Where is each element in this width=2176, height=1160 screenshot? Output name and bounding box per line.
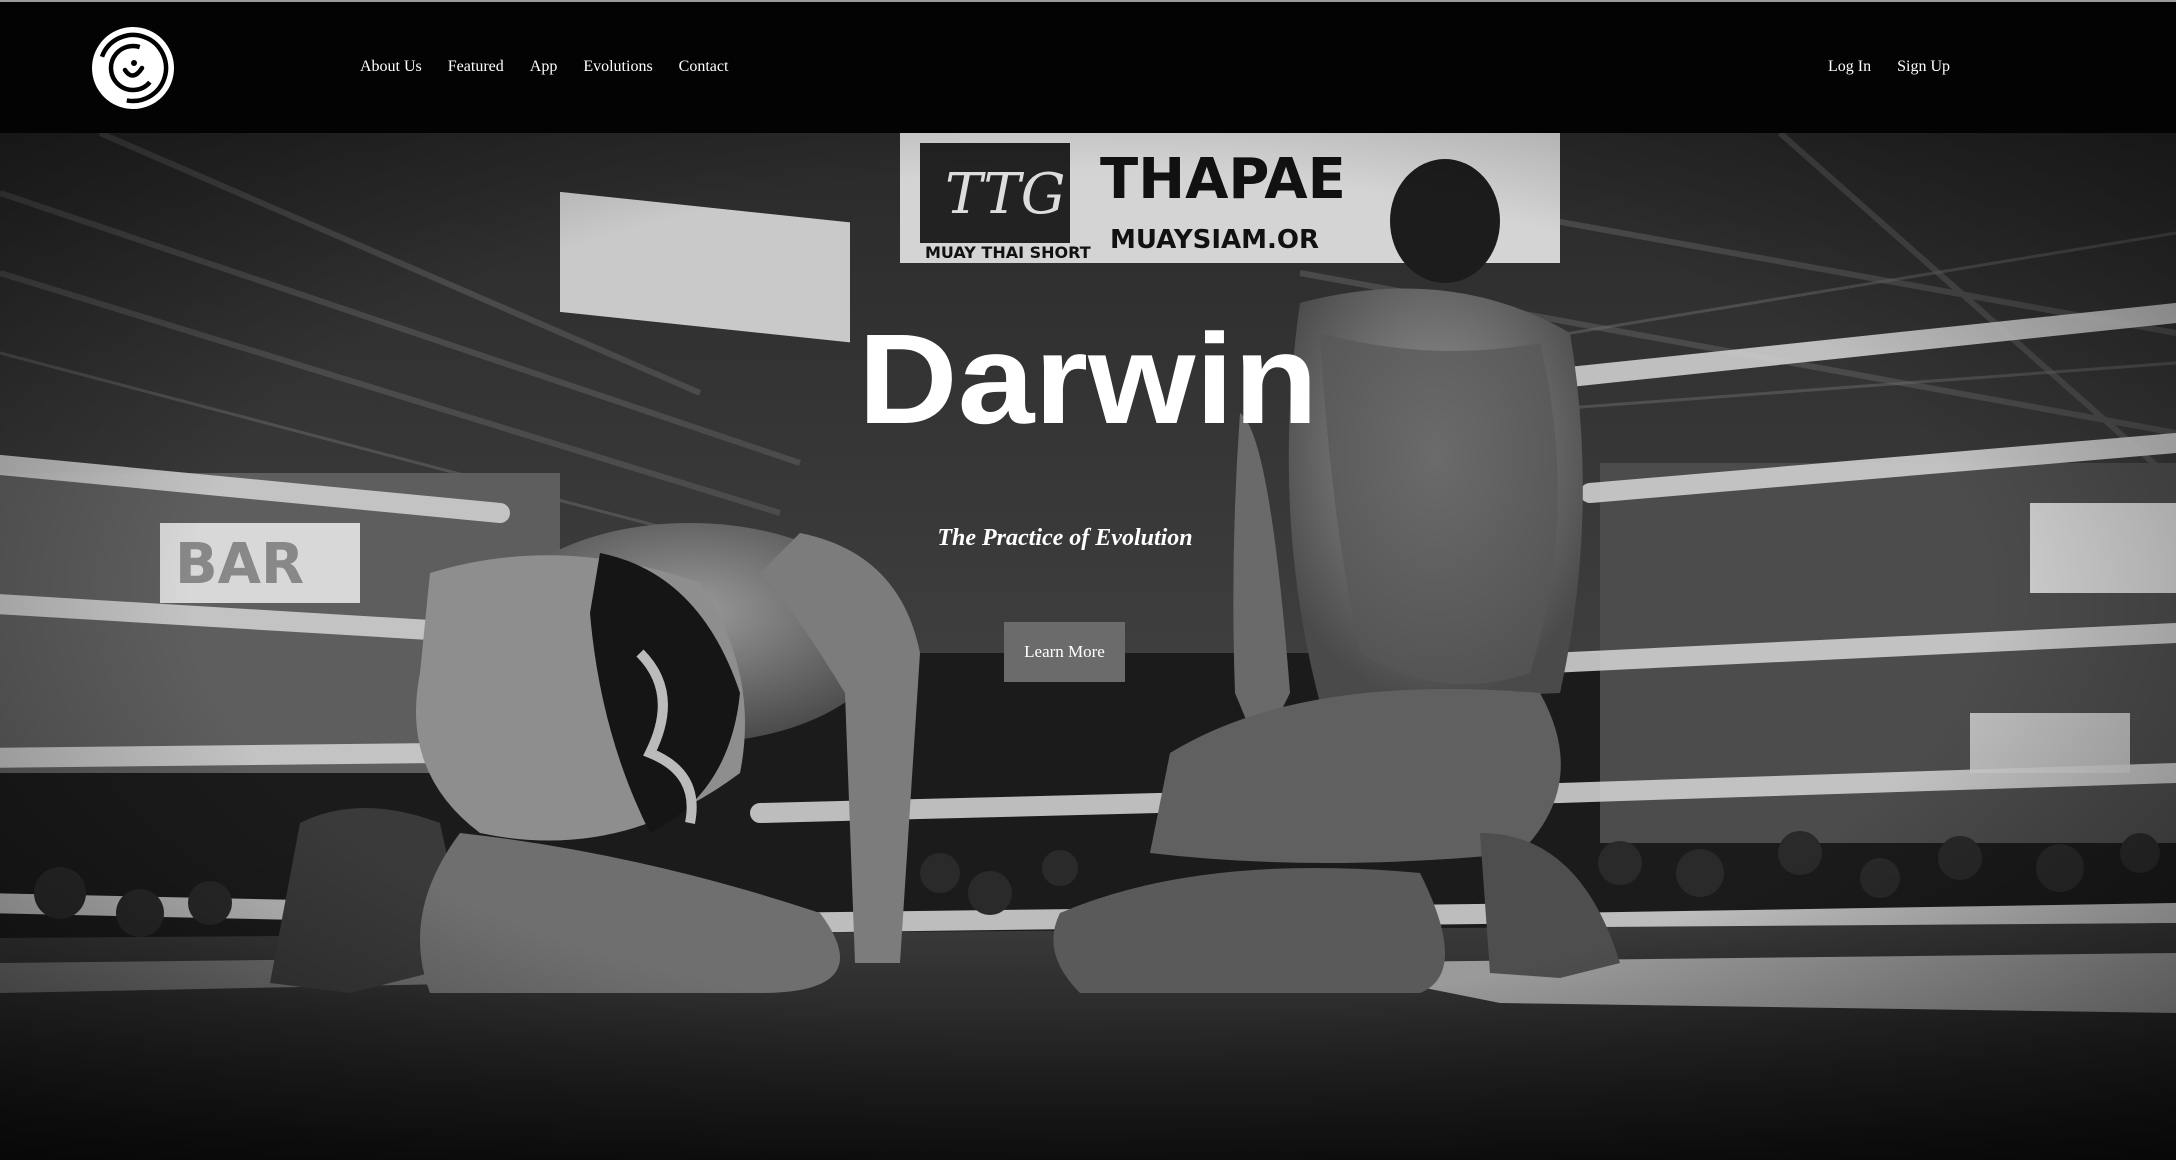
nav-featured[interactable]: Featured — [448, 54, 504, 80]
learn-more-button[interactable]: Learn More — [1004, 622, 1125, 682]
main-nav: About Us Featured App Evolutions Contact — [360, 54, 754, 80]
spiral-logo-icon — [92, 27, 174, 109]
hero-title: Darwin — [0, 323, 2176, 436]
darwin-wordmark: Darwin — [858, 323, 1318, 431]
nav-sign-up[interactable]: Sign Up — [1897, 54, 1950, 80]
nav-about-us[interactable]: About Us — [360, 54, 422, 80]
hero-section: TTG THAPAE MUAYSIAM.OR MUAY THAI SHORT B… — [0, 133, 2176, 1160]
nav-app[interactable]: App — [530, 54, 558, 80]
hero-tagline: The Practice of Evolution — [937, 525, 1193, 551]
svg-text:Darwin: Darwin — [858, 323, 1318, 431]
nav-contact[interactable]: Contact — [679, 54, 729, 80]
site-header: About Us Featured App Evolutions Contact… — [0, 2, 2176, 133]
nav-log-in[interactable]: Log In — [1828, 54, 1871, 80]
logo-link[interactable] — [91, 26, 175, 110]
nav-evolutions[interactable]: Evolutions — [583, 54, 652, 80]
account-nav: Log In Sign Up — [1828, 54, 1976, 80]
